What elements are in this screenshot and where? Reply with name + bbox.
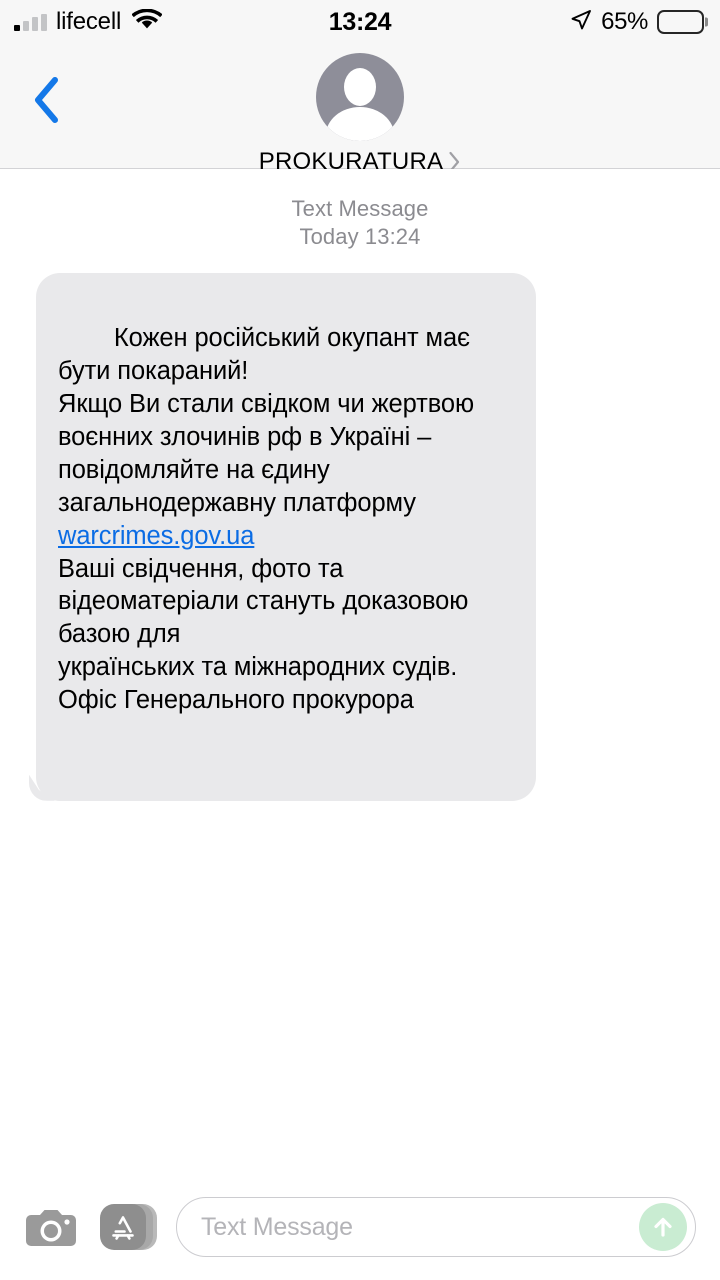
message-text-field[interactable]: Text Message <box>176 1197 696 1257</box>
location-arrow-icon <box>570 9 592 36</box>
send-button[interactable] <box>639 1203 687 1251</box>
app-store-icon <box>100 1202 157 1252</box>
camera-button[interactable] <box>24 1200 78 1254</box>
message-bubble[interactable]: Кожен російський окупант має бути покара… <box>36 273 536 801</box>
message-time-label: Today 13:24 <box>299 224 421 250</box>
status-bar-left: lifecell <box>14 8 163 36</box>
message-type-label: Text Message <box>291 196 429 221</box>
message-input-bar: Text Message <box>0 1184 720 1280</box>
avatar-body-shape <box>325 107 394 141</box>
message-text-part1: Кожен російський окупант має бути покара… <box>58 324 475 517</box>
chevron-left-icon <box>35 77 58 123</box>
wifi-icon <box>131 8 163 36</box>
conversation-header: PROKURATURA <box>0 44 720 175</box>
camera-icon <box>26 1210 76 1246</box>
carrier-name: lifecell <box>56 8 122 35</box>
message-text-part2: Ваші свідчення, фото та відеоматеріали с… <box>58 554 469 715</box>
message-row-incoming: Кожен російський окупант має бути покара… <box>0 253 720 801</box>
messages-app-screen: lifecell 13:24 65% PROKURATURA Text Mess… <box>0 0 720 1280</box>
avatar-head-shape <box>343 68 376 106</box>
battery-percentage: 65% <box>601 8 648 35</box>
arrow-up-icon <box>654 1217 672 1237</box>
cellular-signal-icon <box>14 13 47 31</box>
message-input-placeholder: Text Message <box>201 1212 353 1241</box>
warcrimes-link[interactable]: warcrimes.gov.ua <box>58 522 254 550</box>
status-bar: lifecell 13:24 65% <box>0 0 720 44</box>
status-bar-right: 65% <box>570 8 704 36</box>
bubble-tail <box>25 775 49 801</box>
app-store-button[interactable] <box>100 1200 157 1254</box>
message-list: Text Message Today 13:24 Кожен російськи… <box>0 169 720 1184</box>
contact-info-button[interactable]: PROKURATURA <box>259 44 461 176</box>
battery-icon <box>657 10 704 34</box>
back-button[interactable] <box>18 72 74 128</box>
contact-avatar <box>315 53 404 141</box>
message-timestamp-header: Text Message Today 13:24 <box>0 196 720 250</box>
